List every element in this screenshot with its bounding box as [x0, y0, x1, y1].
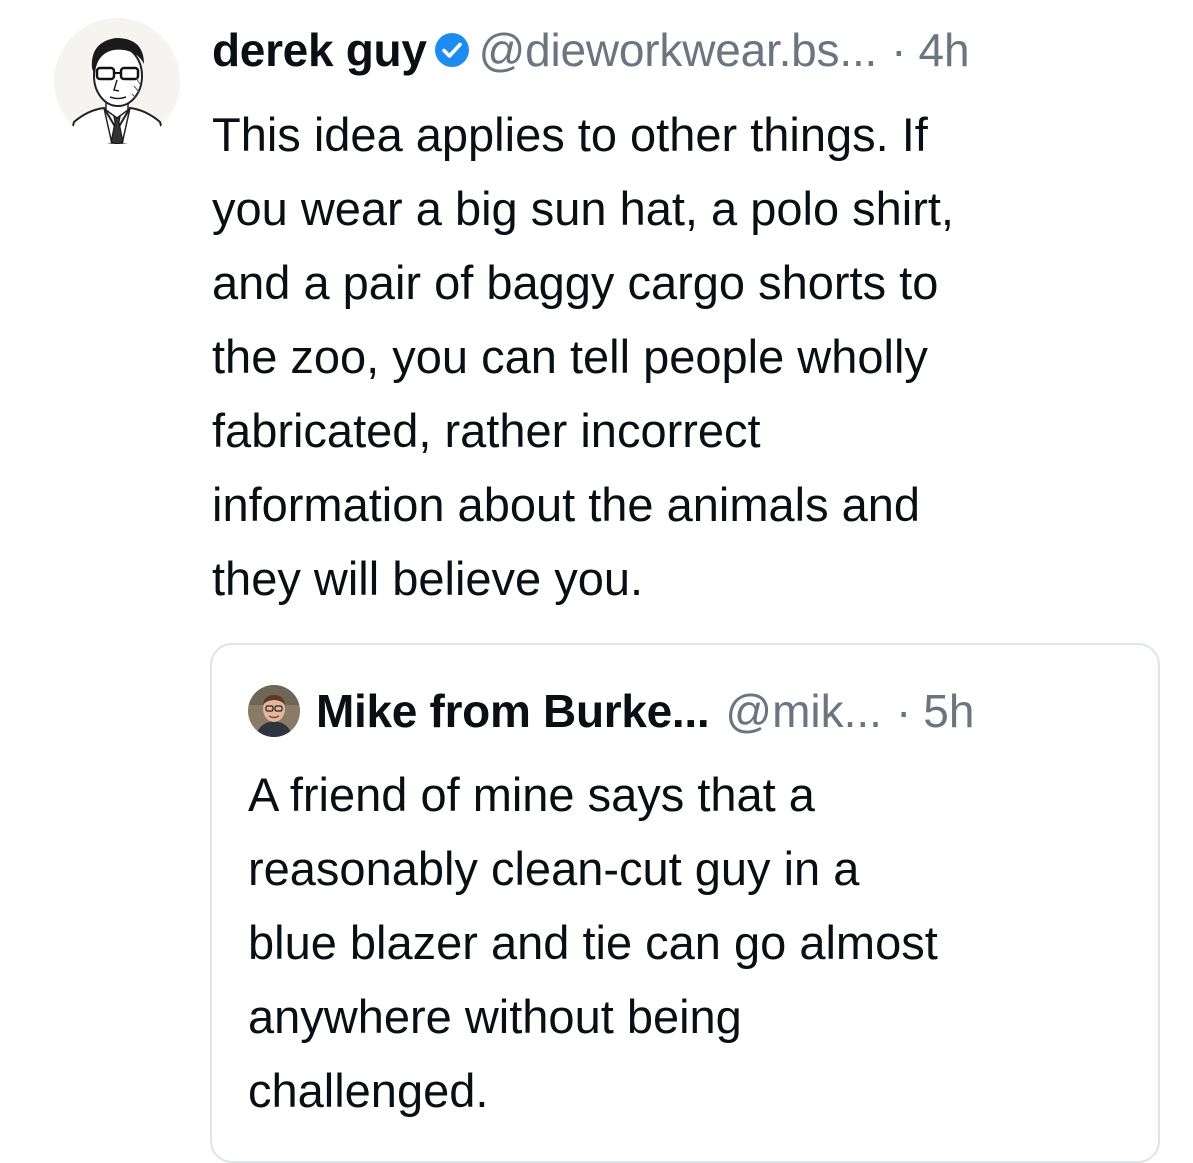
quoted-text-line: blue blazer and tie can go almost	[248, 916, 938, 969]
post-text-line: you wear a big sun hat, a polo shirt,	[212, 182, 954, 235]
author-display-name[interactable]: derek guy	[212, 22, 427, 78]
quoted-text-line: challenged.	[248, 1064, 489, 1117]
quoted-text-line: reasonably clean-cut guy in a	[248, 842, 860, 895]
quoted-text-line: anywhere without being	[248, 990, 742, 1043]
quoted-post-text: A friend of mine says that a reasonably …	[248, 758, 1128, 1128]
post-text-line: This idea applies to other things. If	[212, 108, 928, 161]
quoted-author-avatar[interactable]	[248, 685, 300, 737]
quoted-post[interactable]: Mike from Burke... @mik... · 5h A friend…	[210, 643, 1160, 1163]
quoted-text-line: A friend of mine says that a	[248, 768, 815, 821]
author-handle[interactable]: @dieworkwear.bs...	[479, 22, 878, 78]
quoted-post-timestamp[interactable]: 5h	[923, 683, 974, 739]
author-avatar[interactable]	[54, 18, 180, 144]
post-text-line: the zoo, you can tell people wholly	[212, 330, 928, 383]
post-text-line: and a pair of baggy cargo shorts to	[212, 256, 939, 309]
sketch-portrait-avatar-icon	[54, 18, 180, 144]
quoted-author-handle[interactable]: @mik...	[725, 683, 882, 739]
quoted-post-header: Mike from Burke... @mik... · 5h	[248, 683, 974, 739]
quoted-author-display-name[interactable]: Mike from Burke...	[316, 683, 710, 739]
photo-avatar-icon	[248, 685, 300, 737]
separator-dot: ·	[891, 24, 907, 76]
post-timestamp[interactable]: 4h	[918, 22, 969, 78]
post-text: This idea applies to other things. If yo…	[212, 98, 1172, 616]
post[interactable]: derek guy @dieworkwear.bs... · 4h This i…	[0, 0, 1193, 1163]
post-header: derek guy @dieworkwear.bs... · 4h	[212, 22, 970, 78]
separator-dot: ·	[895, 685, 912, 737]
post-text-line: they will believe you.	[212, 552, 644, 605]
verified-badge-icon	[433, 31, 471, 69]
post-text-line: fabricated, rather incorrect	[212, 404, 761, 457]
post-text-line: information about the animals and	[212, 478, 921, 531]
